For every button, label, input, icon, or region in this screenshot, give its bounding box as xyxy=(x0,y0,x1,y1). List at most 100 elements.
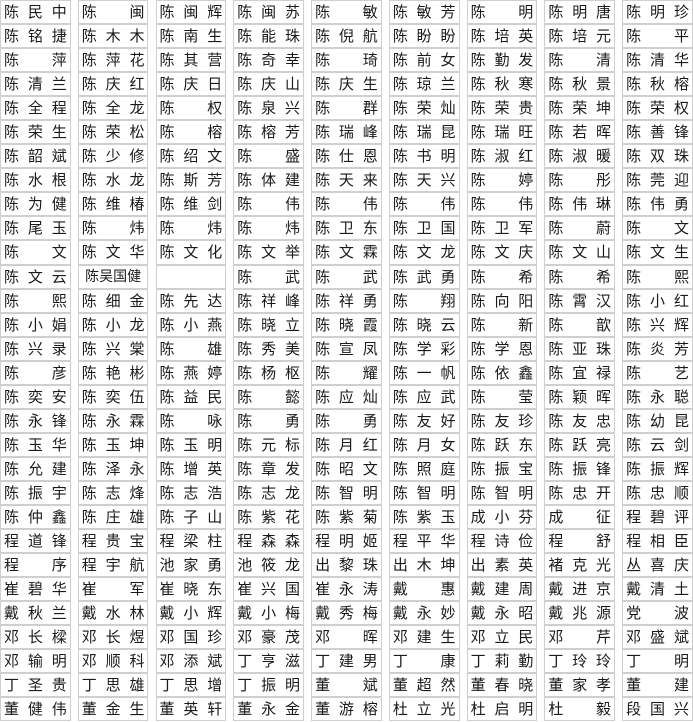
name-cell[interactable]: 陈伟 xyxy=(388,192,460,217)
name-cell[interactable]: 邓长樑 xyxy=(0,625,71,650)
name-cell[interactable]: 陈铭捷 xyxy=(0,24,71,49)
name-cell[interactable]: 陈文 xyxy=(622,216,693,241)
name-cell[interactable]: 陈文 xyxy=(0,240,71,265)
name-cell[interactable]: 邓立民 xyxy=(466,625,538,650)
name-cell[interactable]: 程平华 xyxy=(388,529,460,554)
name-cell[interactable]: 丁思增 xyxy=(155,673,227,698)
name-cell[interactable]: 陈韶斌 xyxy=(0,144,71,169)
name-cell[interactable]: 陈耀 xyxy=(311,360,382,385)
name-cell[interactable]: 陈一帆 xyxy=(388,360,460,385)
name-cell[interactable]: 陈泉兴 xyxy=(233,96,304,121)
name-cell[interactable]: 陈文云 xyxy=(0,264,71,289)
name-cell[interactable]: 陈彦 xyxy=(0,360,71,385)
name-cell[interactable]: 陈兴录 xyxy=(0,336,71,361)
name-cell[interactable]: 陈民中 xyxy=(0,0,71,25)
name-cell[interactable]: 陈小龙 xyxy=(77,312,149,337)
name-cell[interactable]: 邓芹 xyxy=(544,625,616,650)
name-cell[interactable]: 陈亚珠 xyxy=(544,336,616,361)
name-cell[interactable]: 陈琼兰 xyxy=(388,72,460,97)
name-cell[interactable]: 陈清兰 xyxy=(0,72,71,97)
name-cell[interactable]: 陈文生 xyxy=(622,240,693,265)
name-cell[interactable]: 陈武 xyxy=(311,264,382,289)
name-cell[interactable]: 陈友忠 xyxy=(544,408,616,433)
name-cell[interactable]: 程森森 xyxy=(233,529,304,554)
name-cell[interactable]: 池筱龙 xyxy=(233,553,304,578)
name-cell[interactable]: 邓建生 xyxy=(388,625,460,650)
name-cell[interactable]: 陈绍文 xyxy=(155,144,227,169)
name-cell[interactable]: 丁振明 xyxy=(233,673,304,698)
name-cell[interactable]: 陈瑞昆 xyxy=(388,120,460,145)
name-cell[interactable]: 陈维剑 xyxy=(155,192,227,217)
name-cell[interactable]: 程道锋 xyxy=(0,529,71,554)
name-cell[interactable]: 陈志烽 xyxy=(77,480,149,505)
name-cell[interactable]: 陈敏 xyxy=(311,0,382,25)
name-cell[interactable]: 陈木木 xyxy=(77,24,149,49)
name-cell[interactable]: 陈懿 xyxy=(233,384,304,409)
name-cell[interactable]: 陈忠开 xyxy=(544,480,616,505)
name-cell[interactable]: 出木坤 xyxy=(388,553,460,578)
name-cell[interactable]: 陈瑞峰 xyxy=(311,120,382,145)
name-cell[interactable]: 陈清华 xyxy=(622,48,693,73)
name-cell[interactable]: 陈兴辉 xyxy=(622,312,693,337)
name-cell[interactable]: 戴清土 xyxy=(622,577,693,602)
name-cell[interactable]: 陈永聪 xyxy=(622,384,693,409)
name-cell[interactable]: 陈玉华 xyxy=(0,432,71,457)
name-cell[interactable]: 陈荣坤 xyxy=(544,96,616,121)
name-cell[interactable]: 陈少修 xyxy=(77,144,149,169)
name-cell[interactable]: 陈智明 xyxy=(466,480,538,505)
name-cell[interactable]: 陈闽苏 xyxy=(233,0,304,25)
name-cell[interactable]: 陈增英 xyxy=(155,456,227,481)
name-cell[interactable]: 陈伟琳 xyxy=(544,192,616,217)
name-cell[interactable]: 程明姬 xyxy=(311,529,382,554)
name-cell[interactable]: 邓晖 xyxy=(311,625,382,650)
name-cell[interactable]: 杜立光 xyxy=(388,697,460,722)
name-cell[interactable]: 戴永昭 xyxy=(466,601,538,626)
name-cell[interactable]: 陈元标 xyxy=(233,432,304,457)
name-cell[interactable]: 陈天来 xyxy=(311,168,382,193)
name-cell[interactable]: 陈伟 xyxy=(233,192,304,217)
name-cell[interactable]: 陈小娟 xyxy=(0,312,71,337)
name-cell[interactable]: 陈闽辉 xyxy=(155,0,227,25)
name-cell[interactable]: 陈细金 xyxy=(77,288,149,313)
name-cell[interactable]: 陈能珠 xyxy=(233,24,304,49)
name-cell[interactable]: 陈卫东 xyxy=(311,216,382,241)
name-cell[interactable]: 程梁柱 xyxy=(155,529,227,554)
name-cell[interactable]: 陈全龙 xyxy=(77,96,149,121)
name-cell[interactable]: 陈庆生 xyxy=(311,72,382,97)
name-cell[interactable]: 程诗俭 xyxy=(466,529,538,554)
name-cell[interactable]: 崔军 xyxy=(77,577,149,602)
name-cell[interactable]: 崔永涛 xyxy=(311,577,382,602)
name-cell[interactable]: 丁莉勤 xyxy=(466,649,538,674)
name-cell[interactable]: 陈学彩 xyxy=(388,336,460,361)
name-cell[interactable]: 陈照庭 xyxy=(388,456,460,481)
name-cell[interactable]: 陈群 xyxy=(311,96,382,121)
name-cell[interactable]: 陈紫玉 xyxy=(388,504,460,530)
name-cell[interactable]: 陈南生 xyxy=(155,24,227,49)
name-cell[interactable]: 戴水林 xyxy=(77,601,149,626)
name-cell[interactable]: 邓豪茂 xyxy=(233,625,304,650)
name-cell[interactable]: 陈颖晖 xyxy=(544,384,616,409)
name-cell[interactable]: 邓盛斌 xyxy=(622,625,693,650)
name-cell[interactable]: 陈依鑫 xyxy=(466,360,538,385)
name-cell[interactable]: 陈瑞旺 xyxy=(466,120,538,145)
name-cell[interactable]: 董斌 xyxy=(311,673,382,698)
name-cell[interactable]: 陈玉坤 xyxy=(77,432,149,457)
name-cell[interactable]: 陈友好 xyxy=(388,408,460,433)
name-cell[interactable]: 陈倪航 xyxy=(311,24,382,49)
name-cell[interactable]: 陈庆山 xyxy=(233,72,304,97)
name-cell[interactable]: 陈紫花 xyxy=(233,504,304,530)
name-cell[interactable]: 戴秋兰 xyxy=(0,601,71,626)
name-cell[interactable]: 陈秋寒 xyxy=(466,72,538,97)
name-cell[interactable]: 董英轩 xyxy=(155,697,227,722)
name-cell[interactable]: 陈文庆 xyxy=(466,240,538,265)
name-cell[interactable]: 陈勤发 xyxy=(466,48,538,73)
name-cell[interactable]: 陈武勇 xyxy=(388,264,460,289)
name-cell[interactable]: 邓添斌 xyxy=(155,649,227,674)
name-cell[interactable]: 董春晓 xyxy=(466,673,538,698)
name-cell[interactable]: 陈榕 xyxy=(155,120,227,145)
name-cell[interactable]: 陈清 xyxy=(544,48,616,73)
name-cell[interactable]: 陈应灿 xyxy=(311,384,382,409)
name-cell[interactable]: 戴建周 xyxy=(466,577,538,602)
name-cell[interactable]: 陈月女 xyxy=(388,432,460,457)
name-cell[interactable]: 陈维椿 xyxy=(77,192,149,217)
